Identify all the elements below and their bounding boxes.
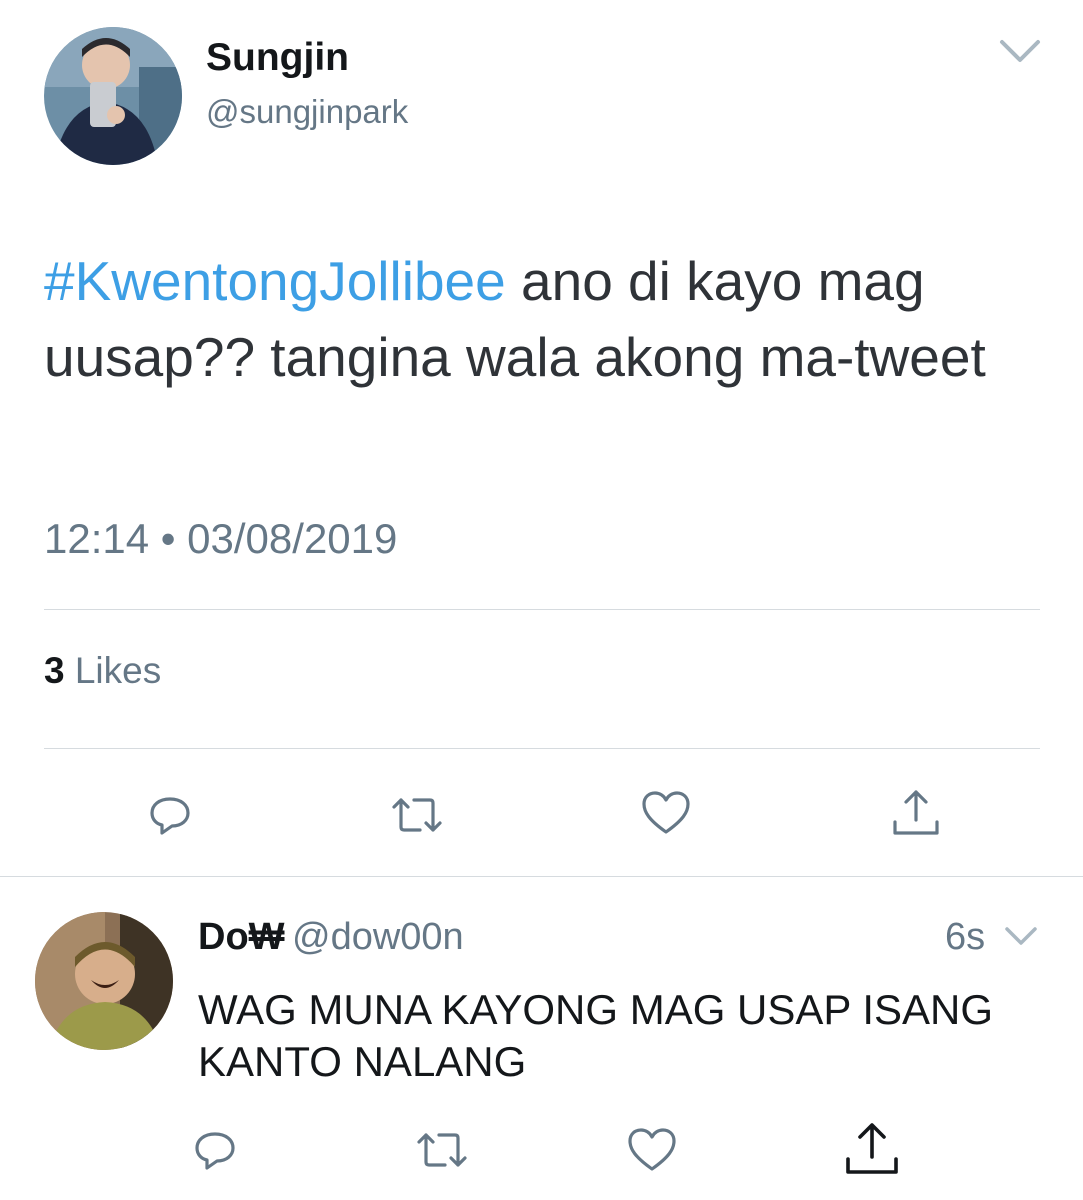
author-avatar[interactable] — [44, 27, 182, 165]
reply-retweet-button[interactable] — [410, 1120, 474, 1180]
reply-timestamp: 6s — [945, 916, 986, 958]
tweet-date: 03/08/2019 — [187, 515, 398, 562]
reply-share-button[interactable] — [840, 1116, 904, 1180]
reply-text: WAG MUNA KAYONG MAG USAP ISANG KANTO NAL… — [198, 986, 994, 1085]
chevron-down-icon[interactable] — [998, 36, 1042, 71]
reply-author-handle[interactable]: @dow00n — [292, 916, 464, 959]
like-button[interactable] — [634, 783, 698, 843]
reply-author-avatar[interactable] — [35, 912, 173, 1050]
section-divider — [0, 876, 1083, 877]
reply-reply-button[interactable] — [185, 1120, 245, 1180]
retweet-icon — [417, 1133, 467, 1167]
author-name[interactable]: Sungjin — [206, 36, 349, 80]
share-icon — [893, 790, 939, 835]
like-icon — [642, 791, 690, 834]
tweet-time: 12:14 — [44, 515, 150, 562]
meta-separator: • — [160, 515, 176, 562]
share-icon — [846, 1123, 898, 1174]
reply-icon — [195, 1132, 235, 1170]
reply-like-button[interactable] — [620, 1120, 684, 1180]
likes-count[interactable]: 3 Likes — [44, 650, 161, 692]
like-icon — [628, 1128, 676, 1171]
author-handle[interactable]: @sungjinpark — [206, 93, 408, 131]
divider — [44, 609, 1040, 610]
reply-button[interactable] — [140, 785, 200, 845]
likes-number: 3 — [44, 650, 65, 691]
retweet-button[interactable] — [385, 785, 449, 845]
divider — [44, 748, 1040, 749]
chevron-down-icon[interactable] — [1004, 924, 1038, 953]
likes-label: Likes — [64, 650, 162, 691]
reply-icon — [150, 797, 190, 835]
reply-author-name[interactable]: Do₩ — [198, 916, 285, 959]
retweet-icon — [392, 798, 442, 832]
tweet-timestamp: 12:14 • 03/08/2019 — [44, 515, 397, 563]
share-button[interactable] — [884, 782, 948, 842]
hashtag-link[interactable]: #KwentongJollibee — [44, 250, 506, 312]
tweet-text: #KwentongJollibee ano di kayo mag uusap?… — [44, 243, 1054, 395]
